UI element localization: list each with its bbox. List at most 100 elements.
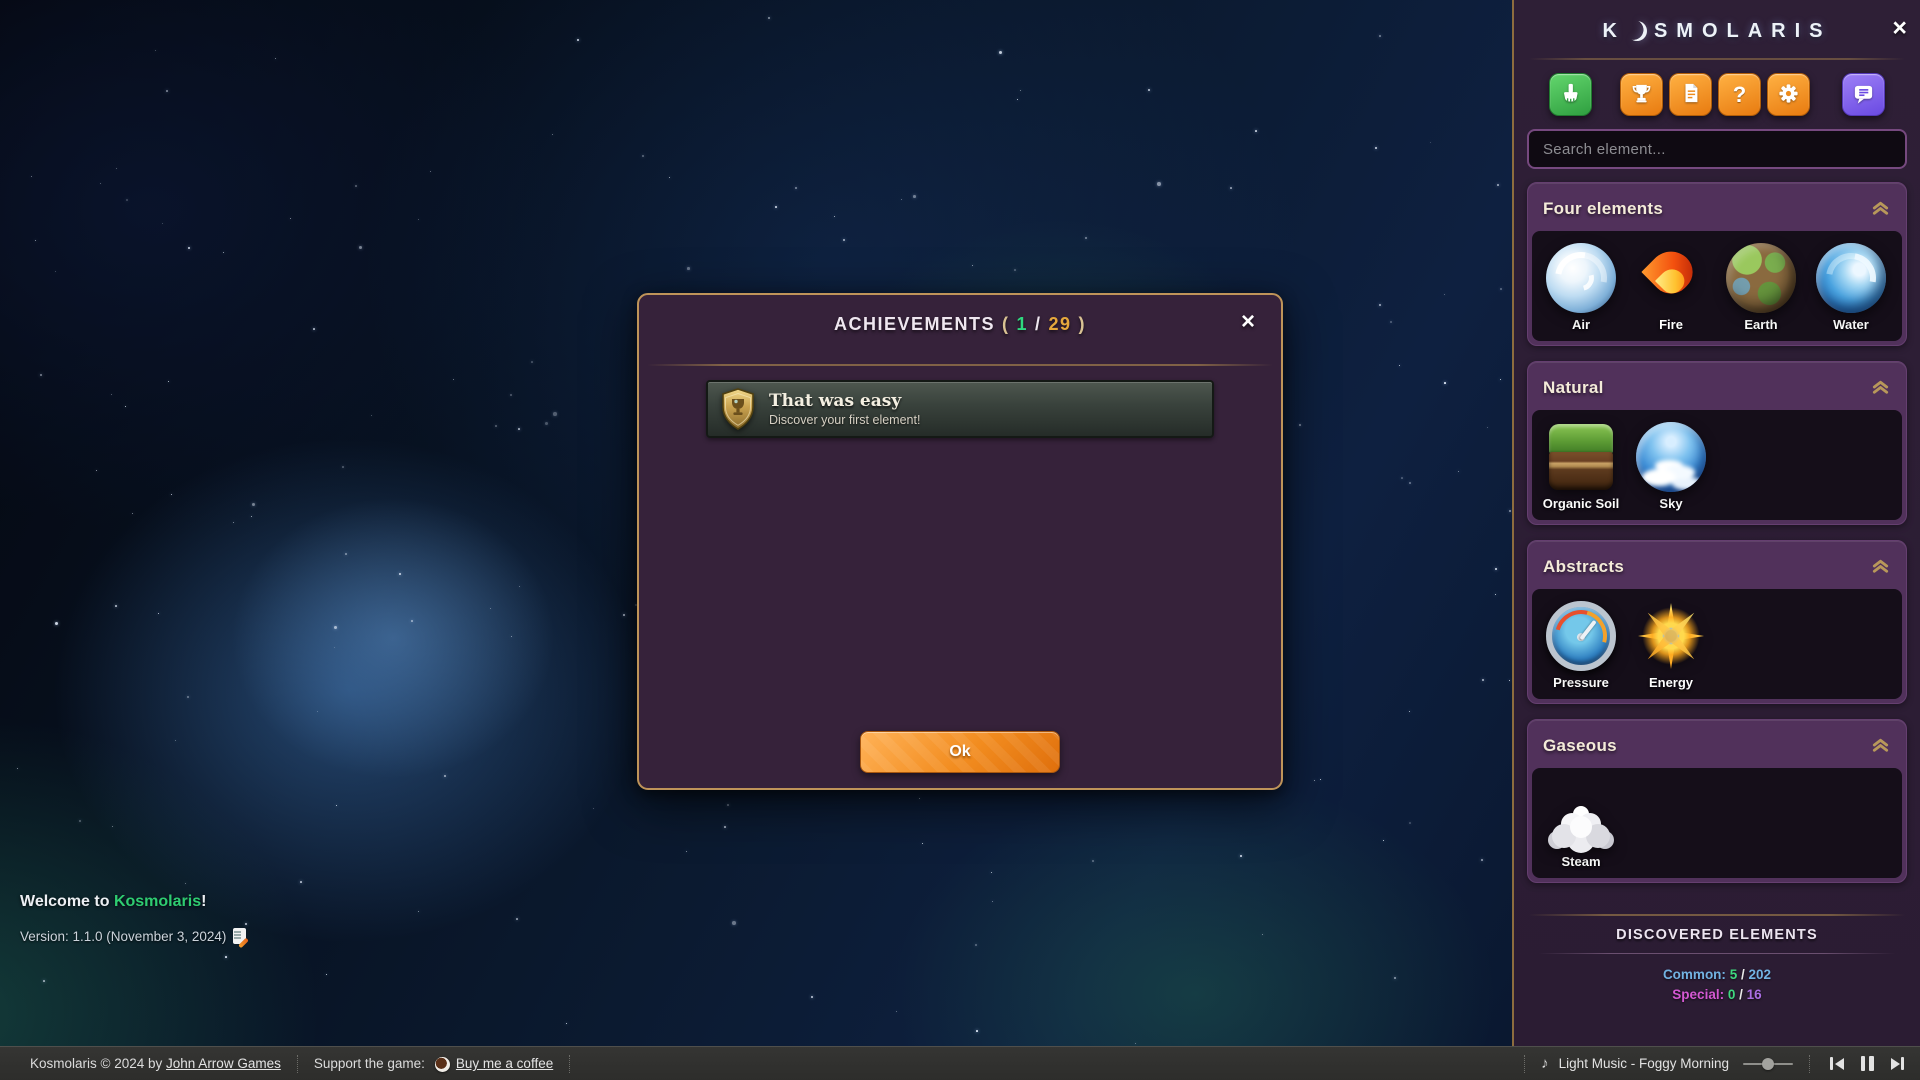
collapse-button[interactable] bbox=[1869, 377, 1892, 400]
modal-title-slash: / bbox=[1035, 314, 1042, 334]
achievement-total: 29 bbox=[1049, 314, 1072, 334]
buy-coffee-link[interactable]: Buy me a coffee bbox=[456, 1056, 553, 1071]
element-tile-fire[interactable]: Fire bbox=[1626, 243, 1716, 332]
divider bbox=[1539, 953, 1895, 954]
version-info: Version: 1.1.0 (November 3, 2024) bbox=[20, 928, 246, 944]
pause-icon bbox=[1869, 1056, 1874, 1071]
pause-icon bbox=[1861, 1056, 1866, 1071]
special-label: Special: bbox=[1672, 987, 1724, 1002]
element-tile-air[interactable]: Air bbox=[1536, 243, 1626, 332]
fire-icon bbox=[1636, 243, 1706, 313]
special-count-line: Special: 0 / 16 bbox=[1527, 985, 1907, 1005]
previous-track-button[interactable] bbox=[1828, 1055, 1846, 1072]
modal-title-label: ACHIEVEMENTS bbox=[834, 314, 995, 334]
section-four-elements: Four elements Air Fire Earth bbox=[1527, 182, 1907, 346]
version-text: Version: 1.1.0 (November 3, 2024) bbox=[20, 929, 226, 944]
divider bbox=[569, 1055, 570, 1073]
previous-icon-triangle bbox=[1835, 1058, 1844, 1070]
feedback-button[interactable] bbox=[1842, 73, 1885, 116]
next-track-button[interactable] bbox=[1889, 1055, 1907, 1072]
previous-icon bbox=[1830, 1057, 1833, 1070]
modal-title: ACHIEVEMENTS(1/29) bbox=[639, 314, 1281, 335]
section-header: Natural bbox=[1532, 366, 1902, 410]
element-label: Air bbox=[1572, 317, 1590, 332]
achievement-description: Discover your first element! bbox=[769, 413, 920, 427]
discovered-title: DISCOVERED ELEMENTS bbox=[1527, 927, 1907, 943]
divider bbox=[1529, 914, 1905, 916]
help-button[interactable]: ? bbox=[1718, 73, 1761, 116]
element-tile-earth[interactable]: Earth bbox=[1716, 243, 1806, 332]
element-tile-energy[interactable]: Energy bbox=[1626, 601, 1716, 690]
settings-button[interactable] bbox=[1767, 73, 1810, 116]
collapse-button[interactable] bbox=[1869, 735, 1892, 758]
element-label: Steam bbox=[1561, 854, 1600, 869]
section-header: Gaseous bbox=[1532, 724, 1902, 768]
divider bbox=[1809, 1055, 1810, 1073]
ok-button[interactable]: Ok bbox=[860, 731, 1060, 773]
chevron-double-up-icon bbox=[1871, 737, 1890, 756]
common-total: 202 bbox=[1749, 967, 1772, 982]
element-label: Energy bbox=[1649, 675, 1693, 690]
element-tile-pressure[interactable]: Pressure bbox=[1536, 601, 1626, 690]
pause-button[interactable] bbox=[1859, 1054, 1876, 1073]
developer-link[interactable]: John Arrow Games bbox=[166, 1056, 281, 1071]
modal-title-paren-open: ( bbox=[1002, 314, 1010, 334]
element-tile-organic-soil[interactable]: Organic Soil bbox=[1536, 422, 1626, 511]
special-total: 16 bbox=[1747, 987, 1762, 1002]
media-controls bbox=[1828, 1054, 1906, 1073]
logo-text-k: K bbox=[1602, 20, 1625, 43]
element-label: Pressure bbox=[1553, 675, 1609, 690]
search-input[interactable] bbox=[1527, 129, 1907, 169]
chevron-double-up-icon bbox=[1871, 558, 1890, 577]
welcome-message: Welcome to Kosmolaris! bbox=[20, 893, 206, 911]
element-panel: Organic Soil Sky bbox=[1532, 410, 1902, 520]
track-name: Light Music - Foggy Morning bbox=[1559, 1056, 1729, 1071]
common-separator: / bbox=[1741, 967, 1745, 982]
welcome-prefix: Welcome to bbox=[20, 893, 114, 910]
brush-icon bbox=[1559, 82, 1582, 108]
volume-slider[interactable] bbox=[1743, 1057, 1793, 1071]
section-abstracts: Abstracts Pressure Energy bbox=[1527, 540, 1907, 704]
element-tile-water[interactable]: Water bbox=[1806, 243, 1896, 332]
achievement-count: 1 bbox=[1016, 314, 1028, 334]
element-tile-sky[interactable]: Sky bbox=[1626, 422, 1716, 511]
gear-icon bbox=[1777, 82, 1800, 108]
section-title: Four elements bbox=[1543, 199, 1663, 219]
element-label: Earth bbox=[1744, 317, 1777, 332]
modal-divider bbox=[647, 364, 1273, 366]
element-tile-steam[interactable]: Steam bbox=[1536, 780, 1626, 869]
music-player: ♪ Light Music - Foggy Morning bbox=[1541, 1054, 1906, 1073]
air-icon bbox=[1546, 243, 1616, 313]
section-title: Natural bbox=[1543, 378, 1604, 398]
element-panel: Pressure Energy bbox=[1532, 589, 1902, 699]
welcome-suffix: ! bbox=[201, 893, 206, 910]
gold-shield-trophy-icon bbox=[720, 388, 756, 430]
coffee-cup-icon bbox=[435, 1057, 450, 1072]
water-icon bbox=[1816, 243, 1886, 313]
changelog-button[interactable] bbox=[1669, 73, 1712, 116]
divider bbox=[1524, 1055, 1525, 1073]
collapse-button[interactable] bbox=[1869, 556, 1892, 579]
changelog-note-icon[interactable] bbox=[233, 928, 246, 944]
modal-close-button[interactable]: × bbox=[1235, 309, 1261, 335]
energy-core bbox=[1636, 601, 1706, 671]
trophy-icon bbox=[1630, 82, 1653, 108]
support-label: Support the game: bbox=[314, 1056, 425, 1071]
crescent-moon-icon bbox=[1627, 21, 1647, 41]
achievement-title: That was easy bbox=[769, 391, 920, 411]
achievements-button[interactable] bbox=[1620, 73, 1663, 116]
common-count: 5 bbox=[1730, 967, 1738, 982]
logo-row: K SMOLARIS × bbox=[1527, 6, 1907, 56]
sidebar: K SMOLARIS × ? bbox=[1512, 0, 1920, 1046]
collapse-button[interactable] bbox=[1869, 198, 1892, 221]
common-label: Common: bbox=[1663, 967, 1726, 982]
volume-thumb[interactable] bbox=[1762, 1058, 1774, 1070]
clear-canvas-button[interactable] bbox=[1549, 73, 1592, 116]
energy-burst-icon bbox=[1636, 601, 1706, 671]
element-label: Organic Soil bbox=[1543, 496, 1620, 511]
element-label: Water bbox=[1833, 317, 1869, 332]
logo-divider bbox=[1529, 58, 1905, 60]
sidebar-close-button[interactable]: × bbox=[1892, 14, 1907, 43]
music-note-icon: ♪ bbox=[1541, 1055, 1549, 1072]
next-icon bbox=[1901, 1057, 1904, 1070]
